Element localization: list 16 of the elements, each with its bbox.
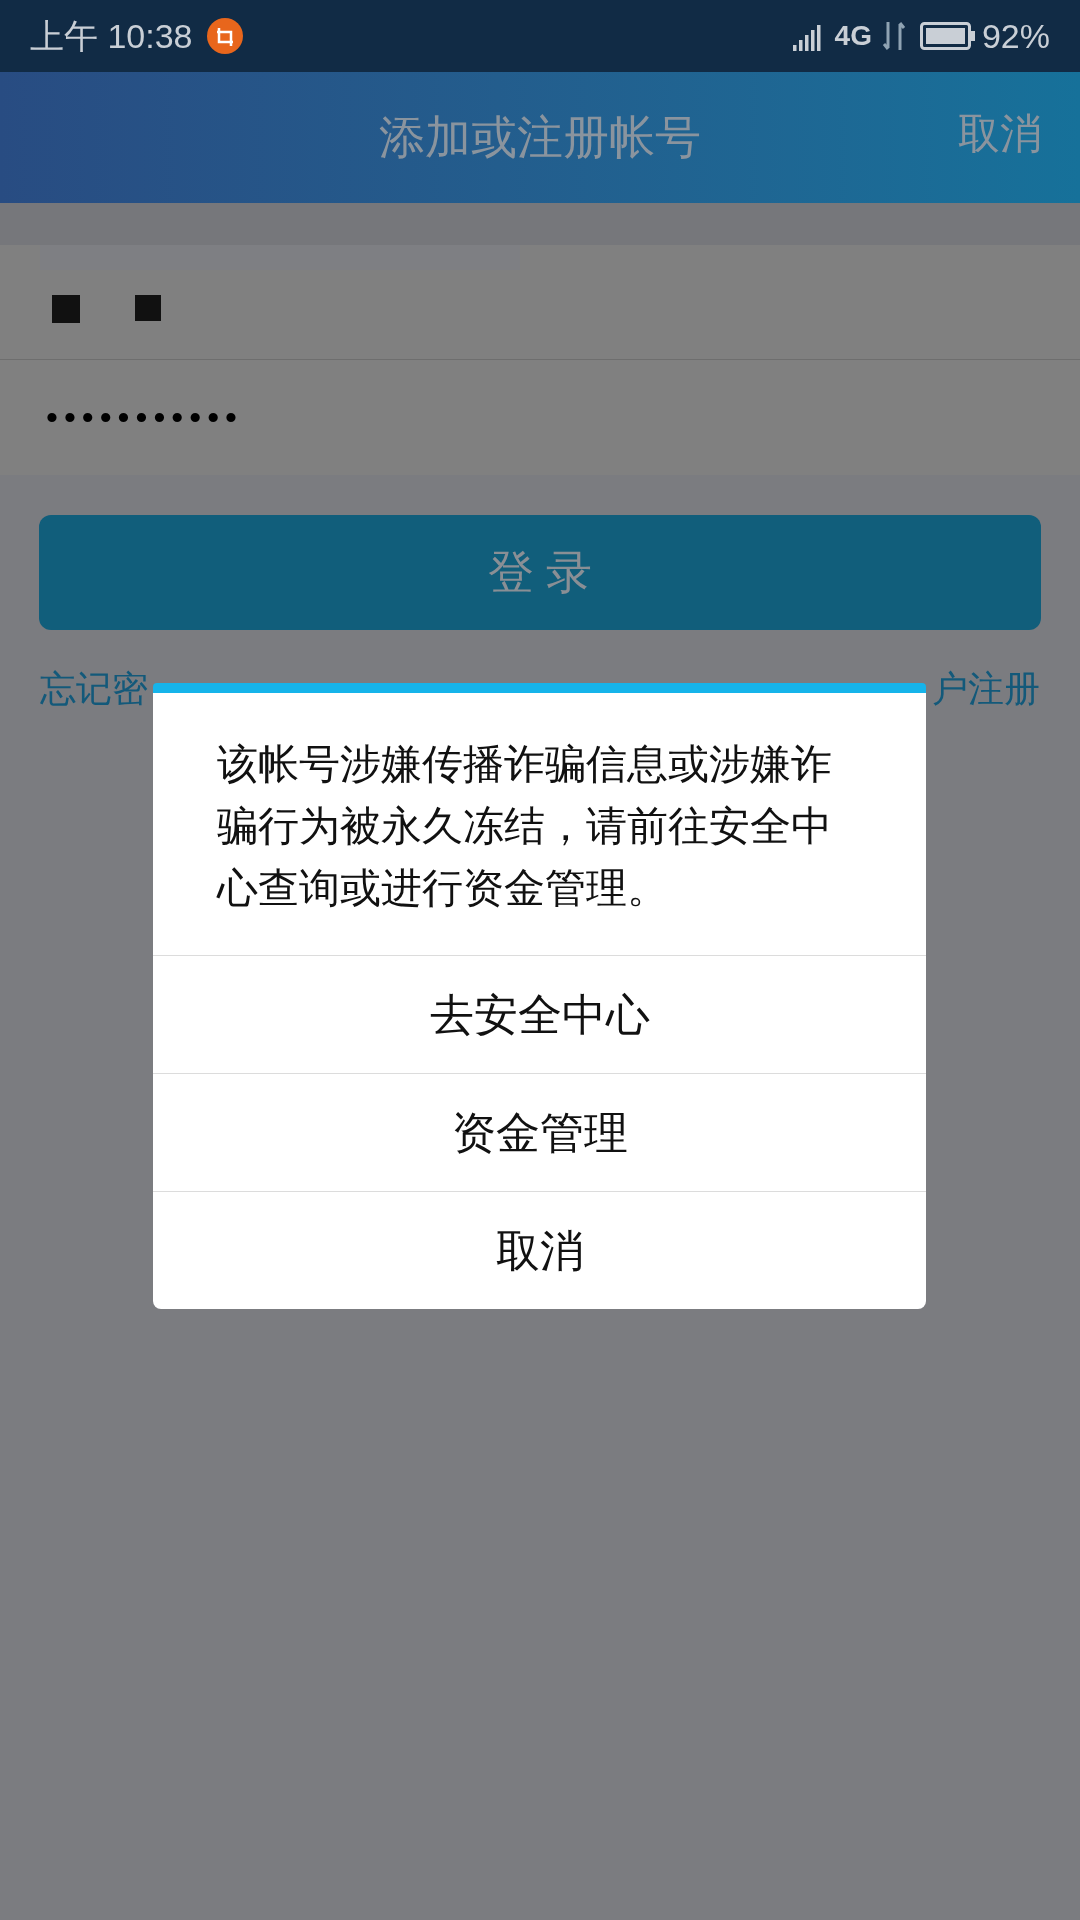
account-field[interactable]	[0, 245, 1080, 360]
dialog-option[interactable]: 资金管理	[153, 1073, 926, 1191]
network-type: 4G	[834, 19, 872, 53]
data-arrows-icon	[881, 20, 906, 52]
dialog-message: 该帐号涉嫌传播诈骗信息或涉嫌诈骗行为被永久冻结，请前往安全中心查询或进行资金管理。	[217, 740, 833, 913]
password-value: •••••••••••	[46, 397, 243, 438]
battery-percent: 92%	[981, 15, 1050, 57]
dialog-option[interactable]: 取消	[153, 1191, 926, 1309]
crop-icon	[206, 18, 243, 54]
page-title: 添加或注册帐号	[379, 110, 701, 165]
dialog-option[interactable]: 去安全中心	[153, 955, 926, 1073]
redaction-mark	[52, 295, 80, 323]
battery-icon	[919, 22, 976, 50]
redaction-mark	[135, 295, 161, 321]
password-field[interactable]: •••••••••••	[0, 360, 1080, 475]
clock: 上午 10:38	[30, 15, 193, 57]
